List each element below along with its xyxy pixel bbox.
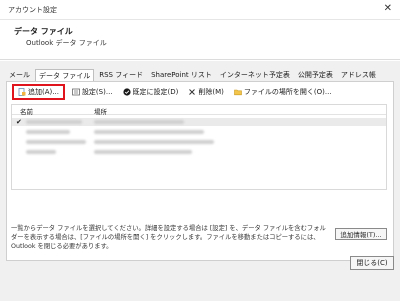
default-check-icon: ✔ (16, 118, 22, 126)
redacted-location (94, 140, 214, 144)
folder-icon (234, 88, 242, 96)
column-header-location[interactable]: 場所 (94, 106, 107, 116)
data-file-list: 名前 場所 ✔ (11, 104, 387, 190)
redacted-location (94, 120, 184, 124)
open-file-location-button[interactable]: ファイルの場所を開く(O)... (231, 86, 335, 98)
list-item[interactable]: ✔ (12, 118, 386, 126)
add-file-icon (18, 88, 26, 96)
help-text: 一覧からデータ ファイルを選択してください。詳細を設定する場合は [設定] を、… (11, 225, 326, 250)
list-item[interactable] (12, 148, 386, 156)
redacted-location (94, 150, 192, 154)
redacted-name (26, 130, 70, 134)
tab-address-books[interactable]: アドレス帳 (338, 69, 379, 81)
settings-icon (72, 88, 80, 96)
add-button[interactable]: 追加(A)... (12, 84, 65, 100)
list-header: 名前 場所 (12, 105, 386, 116)
settings-button[interactable]: 設定(S)... (69, 86, 116, 98)
tab-published-calendars[interactable]: 公開予定表 (295, 69, 336, 81)
toolbar: 追加(A)... 設定(S)... 既定に設定(D) 削除(M) ファイルの場所… (11, 84, 339, 100)
list-item[interactable] (12, 138, 386, 146)
list-item[interactable] (12, 128, 386, 136)
header-subtitle: Outlook データ ファイル (26, 39, 107, 47)
data-files-panel: 追加(A)... 設定(S)... 既定に設定(D) 削除(M) ファイルの場所… (6, 81, 394, 261)
close-button[interactable]: 閉じる(C) (350, 256, 394, 270)
delete-button[interactable]: 削除(M) (185, 86, 227, 98)
redacted-location (94, 130, 204, 134)
tab-internet-calendars[interactable]: インターネット予定表 (217, 69, 293, 81)
tab-strip: メール データ ファイル RSS フィード SharePoint リスト インタ… (6, 69, 381, 81)
add-label: 追加(A)... (28, 88, 59, 96)
redacted-name (26, 140, 86, 144)
tab-data-files[interactable]: データ ファイル (35, 69, 95, 81)
close-icon[interactable]: ✕ (384, 3, 392, 15)
redacted-name (26, 120, 82, 124)
tab-rss-feeds[interactable]: RSS フィード (96, 69, 146, 81)
set-default-button[interactable]: 既定に設定(D) (120, 86, 182, 98)
dialog-header: データ ファイル Outlook データ ファイル (0, 20, 400, 60)
column-header-name[interactable]: 名前 (20, 106, 33, 116)
open-location-label: ファイルの場所を開く(O)... (243, 88, 332, 96)
header-title: データ ファイル (14, 27, 73, 36)
dialog-body: メール データ ファイル RSS フィード SharePoint リスト インタ… (0, 61, 400, 301)
title-bar: アカウント設定 ✕ (0, 0, 400, 20)
tab-mail[interactable]: メール (6, 69, 33, 81)
delete-icon (188, 88, 196, 96)
redacted-name (26, 150, 56, 154)
delete-label: 削除(M) (198, 88, 224, 96)
settings-label: 設定(S)... (81, 88, 113, 96)
tab-sharepoint-lists[interactable]: SharePoint リスト (148, 69, 215, 81)
window-title: アカウント設定 (8, 6, 57, 14)
checkmark-circle-icon (122, 88, 131, 96)
set-default-label: 既定に設定(D) (132, 88, 179, 96)
additional-info-button[interactable]: 追加情報(T)... (335, 228, 387, 240)
